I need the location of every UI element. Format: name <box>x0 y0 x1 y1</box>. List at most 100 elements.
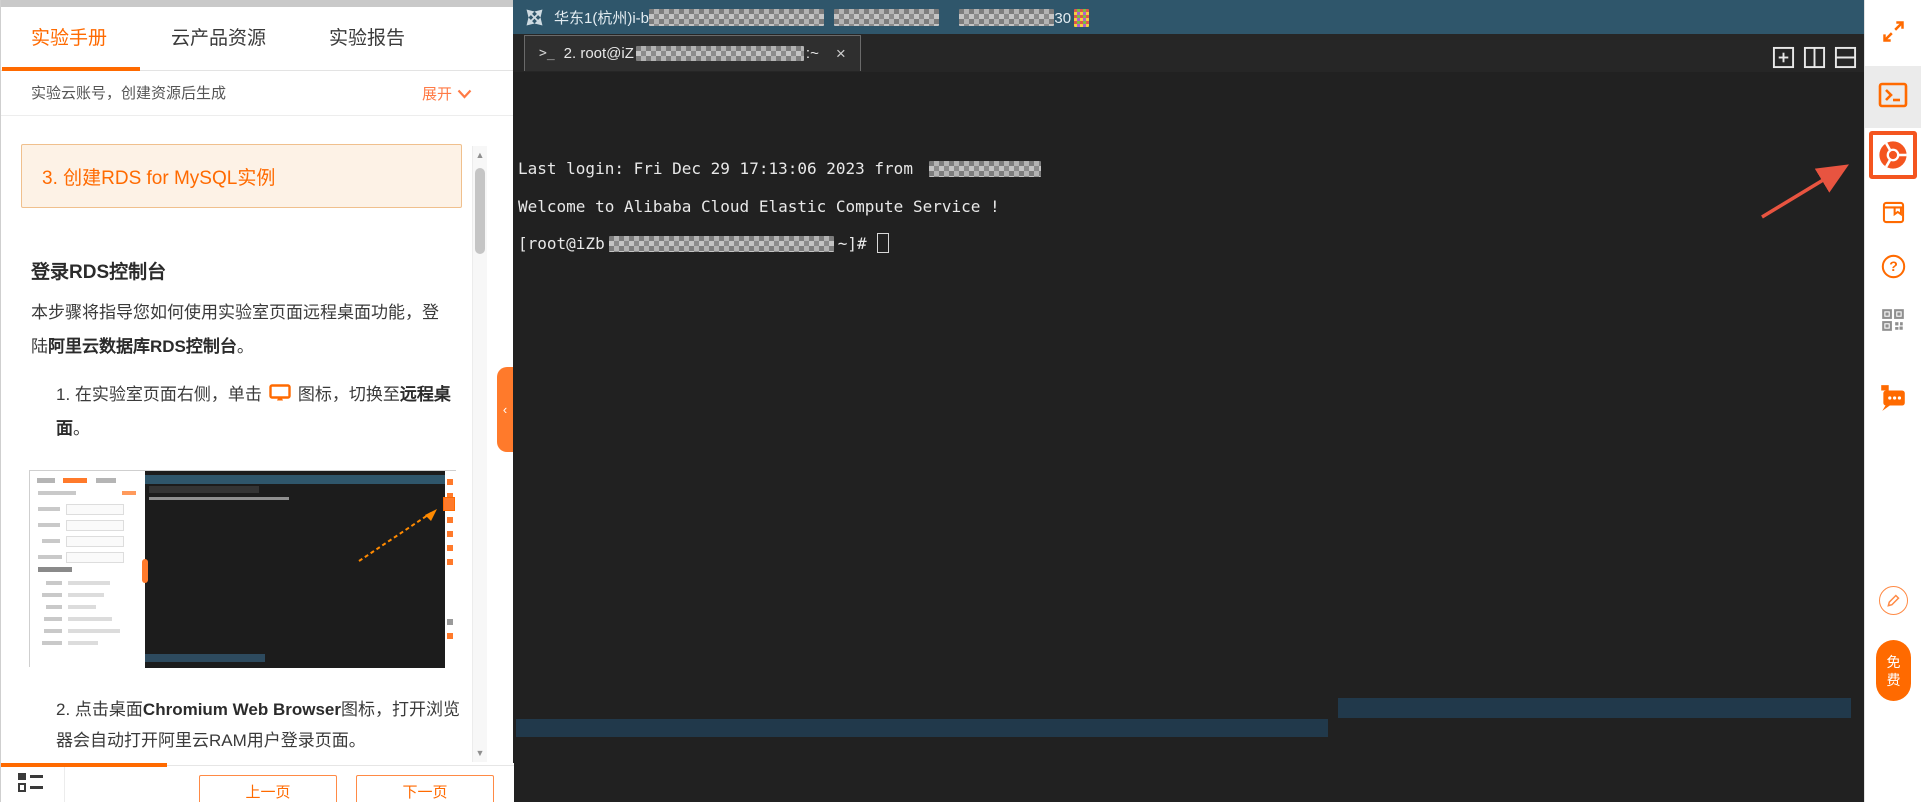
tab-lab-report[interactable]: 实验报告 <box>329 7 405 71</box>
terminal-panel[interactable]: 华东1(杭州)i-b 30 >_ 2. root@iZ:~ × Last lo… <box>513 0 1864 802</box>
terminal-body[interactable]: Last login: Fri Dec 29 17:13:06 2023 fro… <box>513 72 1864 802</box>
split-vertical-button[interactable] <box>1803 46 1826 69</box>
thumb-decor <box>149 486 259 493</box>
split-horizontal-button[interactable] <box>1834 46 1857 69</box>
masked-ip-block <box>928 161 1041 177</box>
section-title-box[interactable]: 3. 创建RDS for MySQL实例 <box>21 144 462 208</box>
app-root: 实验手册 云产品资源 实验报告 实验云账号，创建资源后生成 展开 3. 创建RD… <box>0 0 1921 802</box>
expand-button[interactable]: 展开 <box>422 71 472 116</box>
thumb-decor <box>38 507 60 511</box>
thumb-decor <box>142 559 148 583</box>
toc-button[interactable] <box>17 771 45 795</box>
line-prompt: [root@iZb ~]# <box>518 233 889 255</box>
free-badge-char-1: 免 <box>1886 653 1901 670</box>
thumb-decor <box>46 605 62 609</box>
terminal-tabbar: >_ 2. root@iZ:~ × <box>513 34 1864 72</box>
thumb-decor <box>68 641 98 645</box>
help-button[interactable]: ? <box>1865 253 1921 280</box>
line-last-login: Last login: Fri Dec 29 17:13:06 2023 fro… <box>518 158 1041 180</box>
qr-code-icon <box>1882 309 1904 331</box>
step1-period: 。 <box>73 419 90 438</box>
fit-screen-icon[interactable] <box>526 9 543 26</box>
panel-collapse-handle[interactable]: ‹ <box>497 367 513 452</box>
instance-region-text: 华东1(杭州)i-b <box>554 9 650 27</box>
step2-text-a: 点击桌面 <box>74 700 143 719</box>
manual-panel: 实验手册 云产品资源 实验报告 实验云账号，创建资源后生成 展开 3. 创建RD… <box>0 0 514 802</box>
tab-title-prefix: 2. root@iZ <box>563 45 634 62</box>
thumb-decor <box>44 617 62 621</box>
terminal-cursor <box>876 233 889 253</box>
masked-block <box>959 8 1055 26</box>
feedback-button[interactable] <box>1879 586 1908 615</box>
free-badge[interactable]: 免 费 <box>1876 640 1911 701</box>
thumb-decor <box>42 641 62 645</box>
terminal-tab[interactable]: >_ 2. root@iZ:~ × <box>524 35 861 71</box>
manual-footer: 上一页 下一页 <box>1 763 514 802</box>
step1-text-a: 在实验室页面右侧，单击 <box>74 385 262 404</box>
chat-robot-button[interactable] <box>1865 383 1921 413</box>
scroll-thumb[interactable] <box>475 168 485 254</box>
section-title: 3. 创建RDS for MySQL实例 <box>42 167 276 189</box>
fullscreen-button[interactable] <box>1865 18 1921 45</box>
thumb-decor <box>96 478 116 483</box>
instance-title-suffix: 30 <box>1054 9 1072 27</box>
footer-divider <box>64 767 65 802</box>
last-login-text: Last login: Fri Dec 29 17:13:06 2023 fro… <box>518 159 913 178</box>
prompt-prefix: [root@iZb <box>518 234 605 253</box>
thumb-decor <box>447 545 453 551</box>
thumb-decor <box>38 491 76 495</box>
tab-lab-manual[interactable]: 实验手册 <box>31 7 107 71</box>
thumb-decor <box>38 523 60 527</box>
thumbnail-terminal-area <box>142 471 445 668</box>
tab-cloud-resources[interactable]: 云产品资源 <box>171 7 266 71</box>
thumb-decor <box>66 520 124 531</box>
step-list-item-2: 2. 点击桌面Chromium Web Browser图标，打开浏览器会自动打开… <box>56 694 462 756</box>
web-terminal-button[interactable] <box>1865 82 1921 108</box>
remote-desktop-button[interactable] <box>1869 131 1917 179</box>
thumb-decor <box>447 479 453 485</box>
account-note-row: 实验云账号，创建资源后生成 展开 <box>1 71 513 116</box>
manual-book-icon <box>1882 201 1904 224</box>
article-heading: 登录RDS控制台 <box>31 262 167 283</box>
step-list-item-1: 1. 在实验室页面右侧，单击 图标，切换至远程桌面。 <box>56 378 460 446</box>
next-page-button[interactable]: 下一页 <box>356 775 494 802</box>
right-sidebar: ? 免 费 <box>1864 0 1921 802</box>
expand-label: 展开 <box>422 86 453 103</box>
tab-close-icon[interactable]: × <box>836 44 846 64</box>
scroll-down-arrow[interactable]: ▼ <box>473 746 487 760</box>
masked-block <box>649 8 825 26</box>
thumb-decor <box>447 633 453 639</box>
instance-title: 华东1(杭州)i-b 30 <box>554 7 1090 28</box>
thumb-decor <box>46 581 62 585</box>
thumb-decor <box>447 517 453 523</box>
thumb-decor <box>68 605 96 609</box>
step1-number: 1. <box>56 385 71 404</box>
chevron-down-icon <box>457 89 472 99</box>
thumb-decor <box>122 491 136 495</box>
manual-book-button[interactable] <box>1865 199 1921 226</box>
terminal-window-controls <box>1772 46 1857 69</box>
progress-bar <box>1 763 167 767</box>
qr-code-button[interactable] <box>1865 307 1921 333</box>
account-note-text: 实验云账号，创建资源后生成 <box>31 85 227 102</box>
thumb-decor <box>145 475 445 484</box>
help-icon: ? <box>1881 254 1905 279</box>
thumbnail-sidebar <box>443 471 456 668</box>
thumb-decor <box>66 504 124 515</box>
manual-scrollbar[interactable]: ▲ ▼ <box>472 146 487 762</box>
intro-bold: 阿里云数据库RDS控制台 <box>48 337 237 356</box>
thumb-decor <box>447 531 453 537</box>
thumb-decor <box>68 593 104 597</box>
new-terminal-button[interactable] <box>1772 46 1795 69</box>
tab-title: 2. root@iZ:~ <box>564 45 819 62</box>
thumb-decor <box>443 497 455 511</box>
scroll-up-arrow[interactable]: ▲ <box>473 148 487 162</box>
prev-page-button[interactable]: 上一页 <box>199 775 337 802</box>
thumb-decor <box>68 617 112 621</box>
step1-text-b: 图标，切换至 <box>297 385 400 404</box>
selection-highlight <box>516 719 1328 737</box>
monitor-icon <box>269 384 291 401</box>
thumb-decor <box>38 555 62 559</box>
manual-content: 3. 创建RDS for MySQL实例 登录RDS控制台 本步骤将指导您如何使… <box>1 116 472 763</box>
thumb-decor <box>447 559 453 565</box>
